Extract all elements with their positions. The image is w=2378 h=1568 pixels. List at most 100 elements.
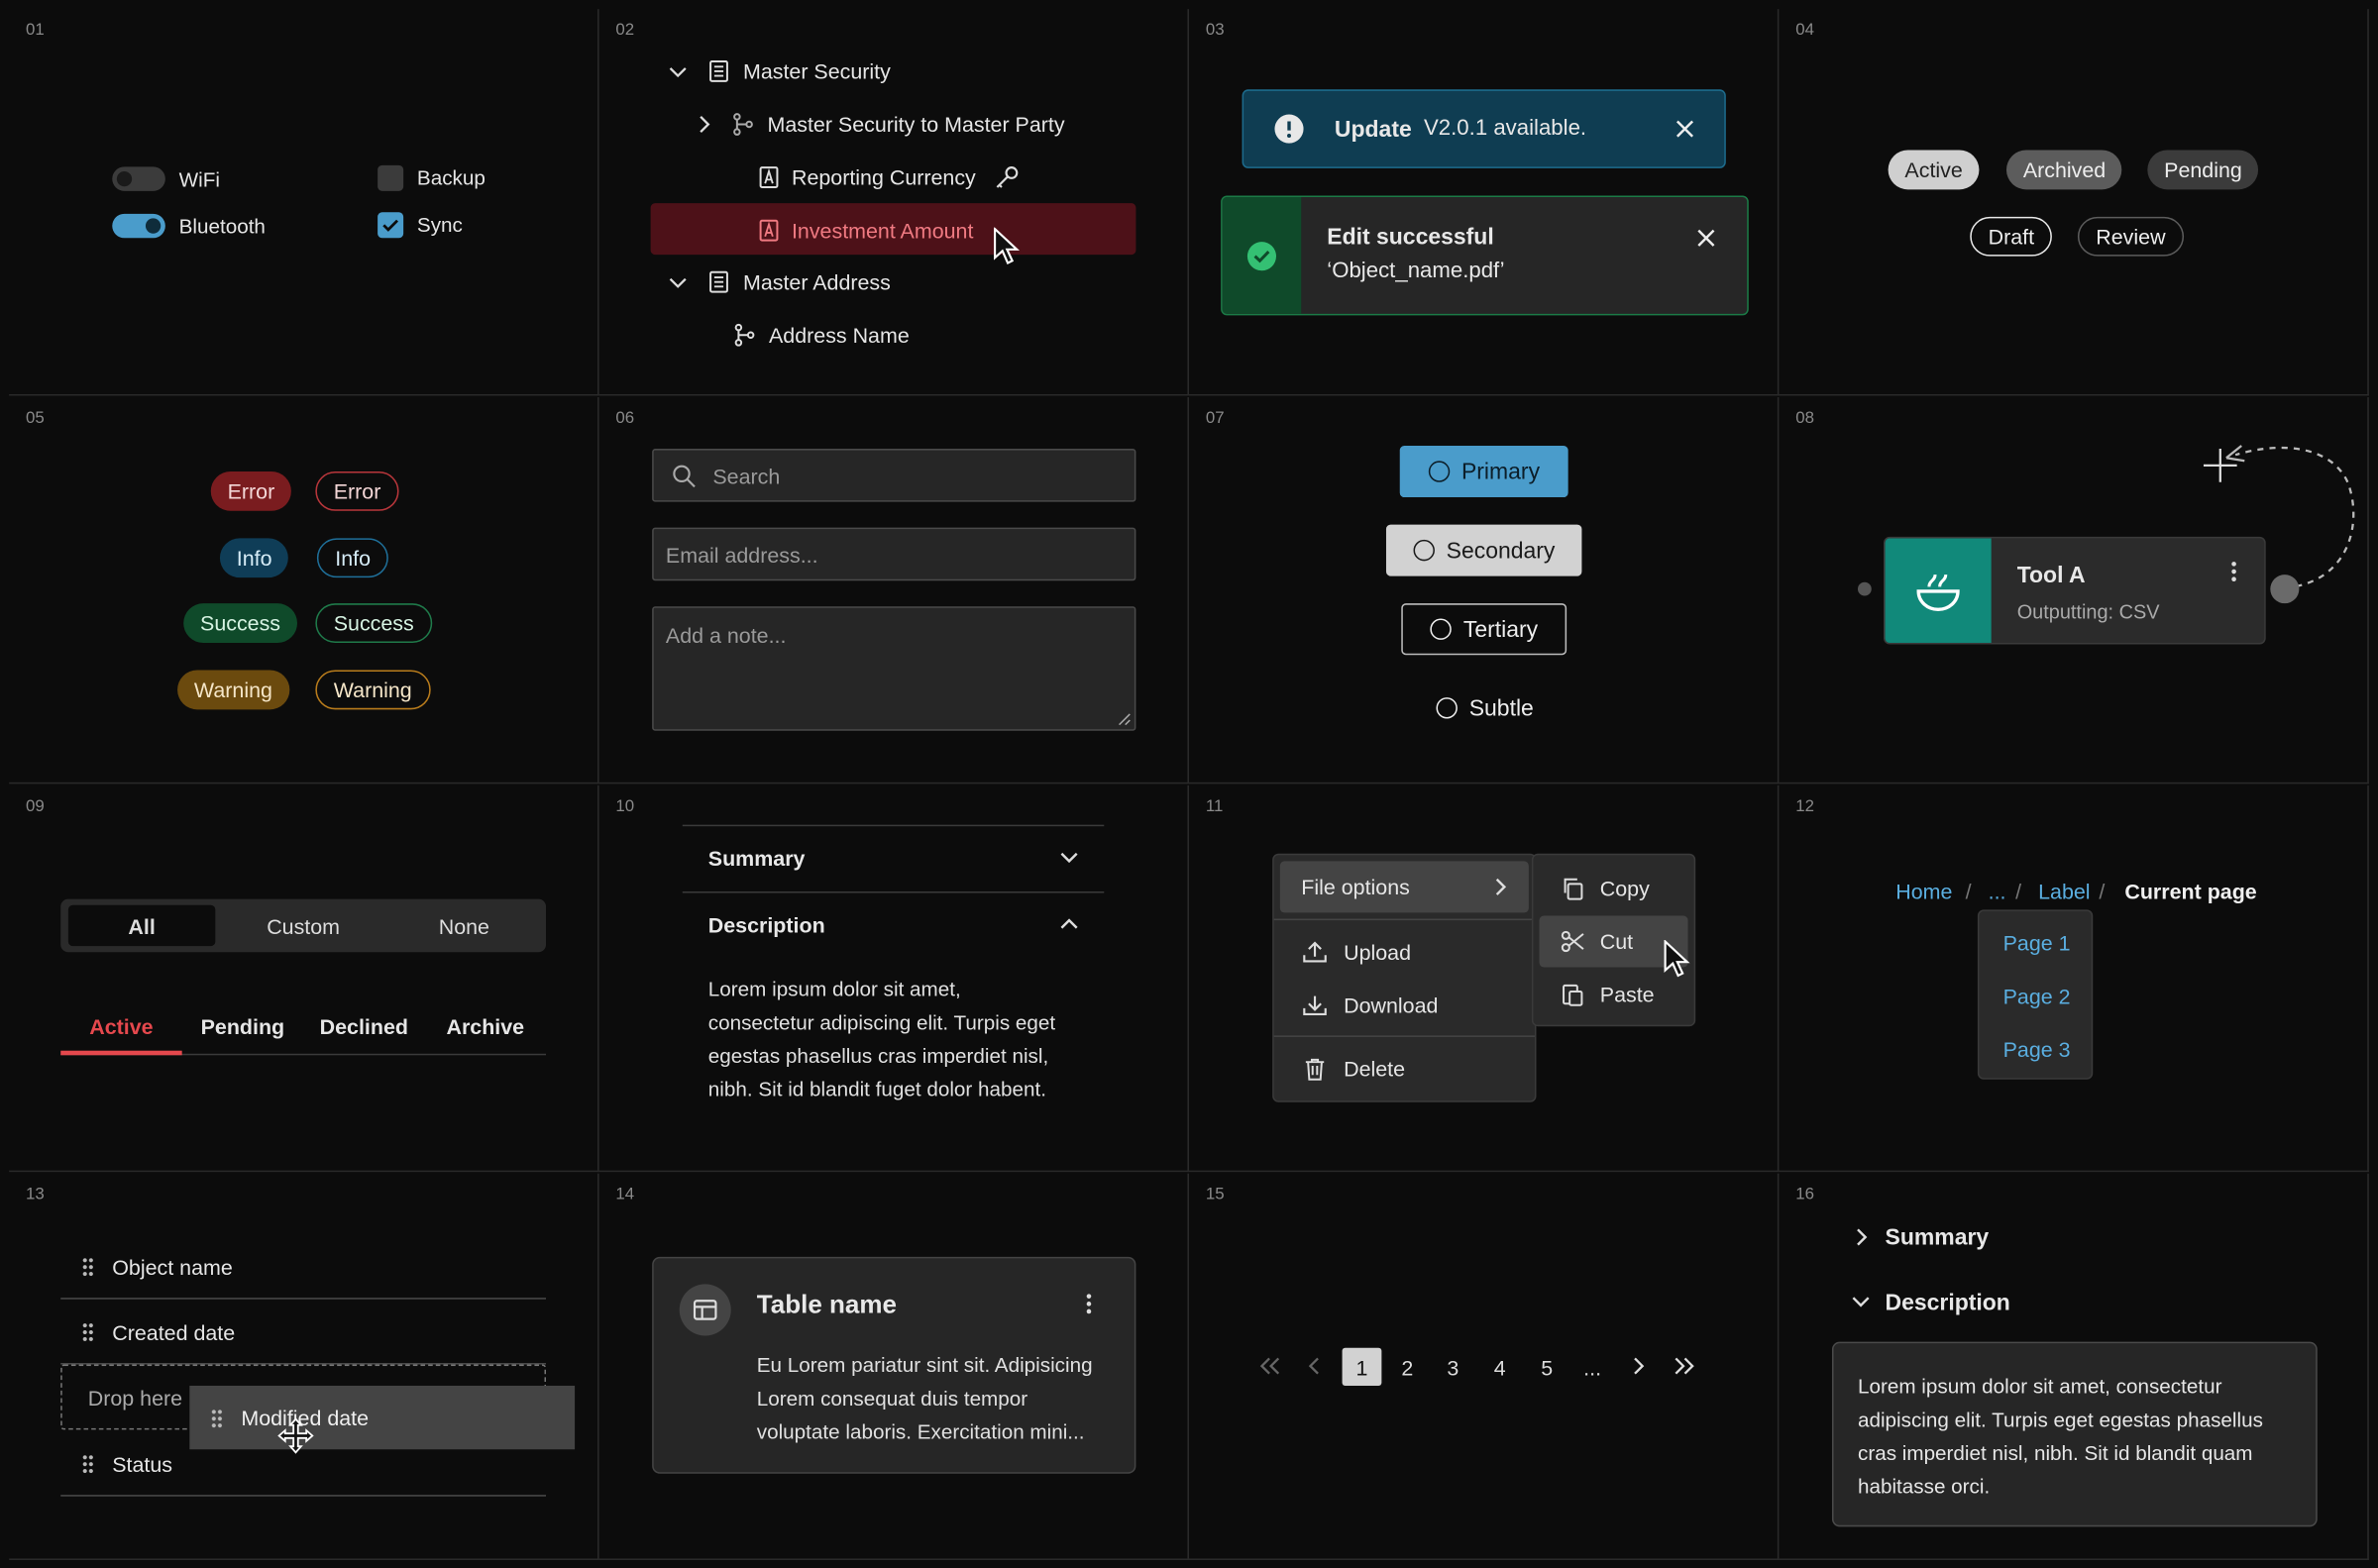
menu-item-download[interactable]: Download [1280, 980, 1529, 1031]
cell-number: 06 [615, 409, 635, 428]
pill-pending[interactable]: Pending [2147, 150, 2259, 190]
tab-archive[interactable]: Archive [425, 1014, 546, 1038]
body-line: voluptate laboris. Exercitation mini... [756, 1420, 1085, 1444]
list-item-label: Created date [112, 1319, 236, 1344]
bluetooth-toggle[interactable]: Bluetooth [112, 213, 266, 239]
next-page-icon[interactable] [1630, 1355, 1645, 1376]
dropdown-page-3[interactable]: Page 3 [1979, 1037, 2094, 1061]
resize-handle-icon[interactable] [1118, 712, 1132, 726]
tab-declined[interactable]: Declined [303, 1014, 424, 1038]
drag-handle-icon[interactable] [81, 1256, 94, 1277]
email-field[interactable]: Email address... [652, 527, 1136, 581]
menu-item-delete[interactable]: Delete [1280, 1043, 1529, 1095]
input-port[interactable] [1857, 581, 1872, 596]
list-item[interactable]: Object name [60, 1235, 547, 1300]
last-page-icon[interactable] [1673, 1355, 1696, 1376]
menu-item-file-options[interactable]: File options [1279, 861, 1529, 913]
primary-button[interactable]: Primary [1399, 445, 1568, 498]
breadcrumb-ellipsis[interactable]: ... [1989, 880, 2006, 903]
toggle-switch[interactable] [112, 166, 165, 191]
tree-item-address-name[interactable]: Address Name [732, 315, 910, 355]
pill-draft[interactable]: Draft [1970, 216, 2053, 257]
dropdown-page-1[interactable]: Page 1 [1979, 931, 2094, 955]
subtle-button[interactable]: Subtle [1417, 682, 1554, 734]
dropdown-page-2[interactable]: Page 2 [1979, 984, 2094, 1007]
chevron-right-icon[interactable] [1853, 1226, 1868, 1247]
note-textarea[interactable]: Add a note... [652, 606, 1136, 731]
close-icon[interactable] [1675, 118, 1695, 139]
card-body: Eu Lorem pariatur sint sit. Adipisicing … [757, 1349, 1093, 1449]
key-icon [997, 166, 1019, 188]
tree-item-investment-amount[interactable]: Investment Amount [758, 211, 973, 251]
search-input[interactable]: Search [652, 449, 1136, 502]
backup-checkbox[interactable]: Backup [378, 164, 486, 191]
relationship-icon [733, 113, 753, 136]
table-card[interactable]: Table name Eu Lorem pariatur sint sit. A… [652, 1256, 1136, 1474]
previous-page-icon[interactable] [1307, 1355, 1322, 1376]
tab-active[interactable]: Active [60, 1014, 181, 1038]
drag-handle-icon[interactable] [81, 1321, 94, 1342]
scissors-icon [1561, 930, 1584, 953]
badge-warning-filled: Warning [177, 670, 289, 710]
segment-all[interactable]: All [67, 904, 216, 947]
dragging-item[interactable]: Modified date [189, 1385, 576, 1450]
breadcrumb-label[interactable]: Label [2038, 880, 2090, 903]
tree-item-master-security[interactable]: Master Security [667, 52, 891, 91]
checkbox[interactable] [378, 212, 404, 239]
tool-node[interactable]: Tool A Outputting: CSV [1884, 536, 2266, 645]
segment-custom[interactable]: Custom [228, 905, 379, 946]
checkbox[interactable] [378, 164, 404, 191]
panel-description-label[interactable]: Description [1886, 1291, 2010, 1316]
tree-item-reporting-currency[interactable]: Reporting Currency [758, 157, 1021, 197]
toggle-switch[interactable] [112, 213, 165, 239]
tertiary-button[interactable]: Tertiary [1401, 603, 1567, 656]
page-button[interactable]: 4 [1480, 1348, 1520, 1386]
bowl-icon [1916, 574, 1960, 611]
output-port[interactable] [2270, 575, 2300, 604]
first-page-icon[interactable] [1257, 1355, 1281, 1376]
pill-archived[interactable]: Archived [2005, 150, 2123, 190]
accordion-description-label[interactable]: Description [708, 912, 825, 936]
page-button[interactable]: 1 [1342, 1347, 1382, 1386]
tree-item-master-security-party[interactable]: Master Security to Master Party [695, 105, 1065, 145]
checkbox-label: Sync [416, 213, 463, 237]
menu-item-label: Cut [1599, 929, 1634, 954]
chevron-down-icon[interactable] [1850, 1295, 1871, 1309]
info-icon [1274, 114, 1304, 144]
chevron-down-icon[interactable] [667, 271, 688, 292]
cell-number: 02 [615, 21, 635, 40]
cell-number: 09 [26, 797, 45, 816]
panel-summary-label[interactable]: Summary [1886, 1225, 1990, 1251]
body-line: habitasse orci. [1857, 1475, 1991, 1499]
drag-handle-icon[interactable] [210, 1408, 223, 1428]
segment-none[interactable]: None [388, 905, 540, 946]
menu-item-label: Paste [1599, 982, 1655, 1007]
page-button[interactable]: 3 [1433, 1348, 1472, 1386]
more-vertical-icon[interactable] [2231, 561, 2237, 581]
cell-number: 10 [615, 797, 635, 816]
tree-item-label: Investment Amount [791, 218, 974, 243]
page-button[interactable]: 5 [1527, 1348, 1567, 1386]
tree-item-master-address[interactable]: Master Address [667, 262, 891, 302]
wifi-toggle[interactable]: WiFi [112, 166, 220, 191]
drag-handle-icon[interactable] [81, 1453, 94, 1474]
breadcrumb-home[interactable]: Home [1895, 880, 1952, 903]
chevron-down-icon[interactable] [1058, 851, 1079, 866]
node-subtitle: Outputting: CSV [2016, 600, 2160, 624]
chevron-up-icon[interactable] [1058, 915, 1079, 930]
secondary-button[interactable]: Secondary [1385, 524, 1582, 576]
close-icon[interactable] [1695, 228, 1716, 249]
pill-active[interactable]: Active [1888, 150, 1980, 190]
menu-item-upload[interactable]: Upload [1280, 926, 1529, 978]
cell-number: 15 [1205, 1185, 1225, 1204]
list-item[interactable]: Created date [60, 1301, 547, 1365]
page-button[interactable]: 2 [1387, 1348, 1427, 1386]
sync-checkbox[interactable]: Sync [378, 212, 463, 239]
more-vertical-icon[interactable] [1086, 1294, 1092, 1314]
tab-pending[interactable]: Pending [182, 1014, 303, 1038]
pill-review[interactable]: Review [2077, 216, 2184, 257]
accordion-summary-label[interactable]: Summary [708, 846, 806, 870]
chevron-right-icon[interactable] [695, 114, 712, 135]
chevron-down-icon[interactable] [667, 60, 688, 81]
menu-item-copy[interactable]: Copy [1540, 863, 1688, 914]
